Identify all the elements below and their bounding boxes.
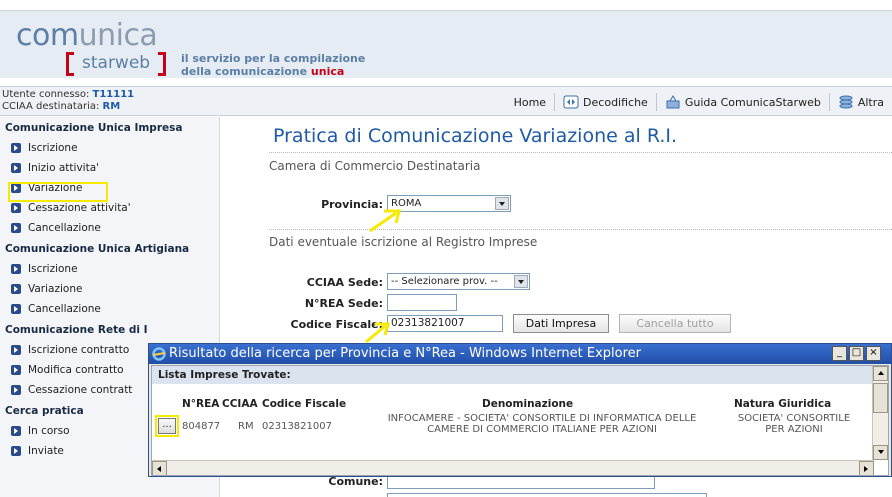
sidebar-section-artigiana: Comunicazione Unica Artigiana xyxy=(5,243,190,255)
annotation-arrow-icon xyxy=(369,209,401,233)
cell-denominazione: INFOCAMERE - SOCIETA' CONSORTILE DI INFO… xyxy=(387,413,697,435)
minimize-button[interactable]: _ xyxy=(832,346,847,361)
maximize-button[interactable]: □ xyxy=(849,346,864,361)
cciaa-code: RM xyxy=(102,101,121,112)
section-registro-imprese: Dati eventuale iscrizione al Registro Im… xyxy=(269,235,538,249)
nrea-sede-label: N°REA Sede: xyxy=(304,297,383,310)
nav-altra[interactable]: Altra xyxy=(828,93,892,111)
sidebar-item-art-iscrizione[interactable]: Iscrizione xyxy=(0,259,219,279)
stack-icon xyxy=(839,95,853,109)
scroll-down-icon[interactable] xyxy=(873,445,888,460)
col-denominazione: Denominazione xyxy=(482,398,574,410)
cell-natura-giuridica: SOCIETA' CONSORTILE PER AZIONI xyxy=(737,413,851,435)
chevron-down-icon xyxy=(514,275,528,288)
highlight-select-button xyxy=(155,415,179,437)
bullet-icon xyxy=(11,284,21,294)
user-info: Utente connesso: T11111 CCIAA destinatar… xyxy=(2,89,135,112)
sidebar-section-rete: Comunicazione Rete di I xyxy=(5,324,148,336)
close-button[interactable]: × xyxy=(866,346,881,361)
nrea-sede-input[interactable] xyxy=(387,294,457,311)
horizontal-scrollbar[interactable] xyxy=(152,460,874,475)
page-title: Pratica di Comunicazione Variazione al R… xyxy=(273,125,678,147)
top-nav: Home Decodifiche Guida ComunicaStarweb A… xyxy=(506,87,892,117)
bullet-icon xyxy=(11,365,21,375)
cell-codice-fiscale: 02313821007 xyxy=(262,421,332,432)
divider xyxy=(269,152,892,153)
ie-popup-window[interactable]: Risultato della ricerca per Provincia e … xyxy=(148,343,892,477)
comunica-logo[interactable]: comunica starweb il servizio per la comp… xyxy=(16,18,366,78)
user-id: T11111 xyxy=(92,89,135,100)
scroll-left-icon[interactable] xyxy=(152,461,167,475)
cancella-tutto-button[interactable]: Cancella tutto xyxy=(619,314,731,333)
scroll-up-icon[interactable] xyxy=(873,366,888,381)
vertical-scrollbar[interactable] xyxy=(872,366,888,460)
cell-nrea: 804877 xyxy=(182,421,221,432)
sidebar-item-art-cancellazione[interactable]: Cancellazione xyxy=(0,299,219,319)
col-codice-fiscale: Codice Fiscale xyxy=(262,398,347,410)
bullet-icon xyxy=(11,203,21,213)
bullet-icon xyxy=(11,264,21,274)
dati-impresa-button[interactable]: Dati Impresa xyxy=(513,314,609,333)
bullet-icon xyxy=(11,143,21,153)
cciaa-sede-label: CCIAA Sede: xyxy=(306,276,383,289)
bullet-icon xyxy=(11,446,21,456)
codice-fiscale-input[interactable]: 02313821007 xyxy=(387,315,503,332)
ie-icon xyxy=(152,347,166,361)
bullet-icon xyxy=(11,385,21,395)
cell-cciaa: RM xyxy=(238,421,254,432)
logo-tagline: il servizio per la compilazione della co… xyxy=(181,52,366,78)
logo-comunica: comunica xyxy=(16,18,158,53)
scroll-right-icon[interactable] xyxy=(859,461,874,475)
scroll-thumb[interactable] xyxy=(873,383,888,413)
list-title: Lista Imprese Trovate: xyxy=(152,366,874,384)
divider xyxy=(269,229,892,230)
address-input[interactable] xyxy=(387,493,707,497)
sidebar-item-inizio-attivita[interactable]: Inizio attivita' xyxy=(0,158,219,178)
col-cciaa: CCIAA xyxy=(222,398,258,410)
col-nrea: N°REA xyxy=(182,398,220,410)
decodifiche-icon xyxy=(563,95,579,109)
bullet-icon xyxy=(11,163,21,173)
sidebar-item-iscrizione[interactable]: Iscrizione xyxy=(0,138,219,158)
app-header: comunica starweb il servizio per la comp… xyxy=(0,0,892,78)
bullet-icon xyxy=(11,223,21,233)
col-natura-giuridica: Natura Giuridica xyxy=(734,398,832,410)
popup-content: Lista Imprese Trovate: N°REA CCIAA Codic… xyxy=(151,365,889,476)
guide-icon xyxy=(666,95,680,109)
highlight-variazione xyxy=(8,182,108,202)
sidebar-section-impresa: Comunicazione Unica Impresa xyxy=(5,122,183,134)
bullet-icon xyxy=(11,345,21,355)
bullet-icon xyxy=(11,426,21,436)
section-camera-commercio: Camera di Commercio Destinataria xyxy=(269,159,481,173)
info-bar: Utente connesso: T11111 CCIAA destinatar… xyxy=(0,86,892,116)
logo-starweb: starweb xyxy=(66,52,167,76)
cciaa-sede-select[interactable]: -- Selezionare prov. -- xyxy=(387,273,530,290)
sidebar-item-cancellazione[interactable]: Cancellazione xyxy=(0,218,219,238)
nav-decodifiche[interactable]: Decodifiche xyxy=(554,93,656,111)
popup-title-bar[interactable]: Risultato della ricerca per Provincia e … xyxy=(149,344,891,364)
nav-home[interactable]: Home xyxy=(506,93,554,111)
sidebar-item-art-variazione[interactable]: Variazione xyxy=(0,279,219,299)
bullet-icon xyxy=(11,304,21,314)
nav-guida[interactable]: Guida ComunicaStarweb xyxy=(655,93,829,111)
chevron-down-icon xyxy=(495,197,509,210)
